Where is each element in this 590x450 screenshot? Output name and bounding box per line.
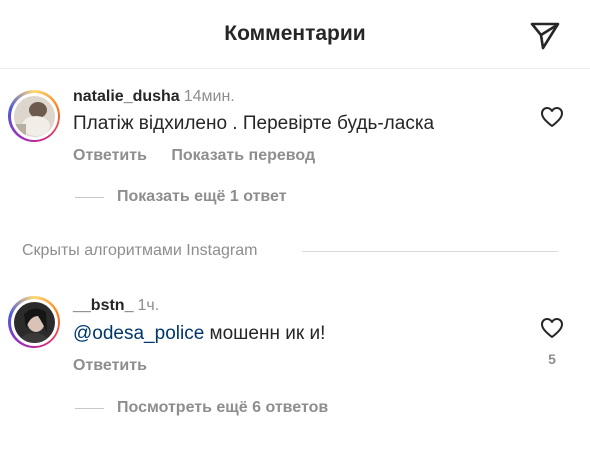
username[interactable]: __bstn_	[73, 297, 133, 314]
username[interactable]: natalie_dusha	[73, 88, 180, 105]
avatar[interactable]	[8, 296, 60, 348]
comment-meta: natalie_dusha 14мин.	[73, 88, 235, 106]
comment-body: мошенн ик и!	[204, 323, 326, 344]
comment-item: natalie_dusha 14мин. Платіж відхилено . П…	[0, 80, 590, 190]
translate-button[interactable]: Показать перевод	[171, 147, 315, 164]
comment-actions: Ответить Показать перевод	[73, 147, 315, 165]
divider	[302, 251, 558, 252]
avatar-photo	[13, 95, 55, 137]
comment-text: Платіж відхилено . Перевірте будь-ласка	[73, 113, 435, 134]
comment-item: __bstn_ 1ч. @odesa_police мошенн ик и! От…	[0, 290, 590, 400]
comment-text: @odesa_police мошенн ик и!	[73, 323, 325, 345]
show-replies-label: Посмотреть ещё 6 ответов	[117, 399, 329, 416]
like-count: 5	[548, 351, 556, 367]
header: Комментарии	[0, 0, 590, 69]
hidden-comments-label[interactable]: Скрыты алгоритмами Instagram	[22, 242, 257, 260]
heart-outline-icon[interactable]	[540, 106, 564, 128]
comment-actions: Ответить	[73, 357, 147, 375]
avatar-photo	[13, 301, 55, 343]
avatar[interactable]	[8, 90, 60, 142]
comment-meta: __bstn_ 1ч.	[73, 297, 159, 315]
reply-button[interactable]: Ответить	[73, 357, 147, 374]
mention-link[interactable]: @odesa_police	[73, 323, 204, 344]
page-title: Комментарии	[224, 22, 366, 45]
timestamp: 1ч.	[137, 297, 160, 314]
thread-line	[75, 197, 104, 198]
show-replies-label: Показать ещё 1 ответ	[117, 188, 287, 205]
paper-plane-icon[interactable]	[528, 18, 562, 52]
thread-line	[75, 408, 104, 409]
reply-button[interactable]: Ответить	[73, 147, 147, 164]
heart-outline-icon[interactable]	[540, 317, 564, 339]
timestamp: 14мин.	[183, 88, 235, 105]
